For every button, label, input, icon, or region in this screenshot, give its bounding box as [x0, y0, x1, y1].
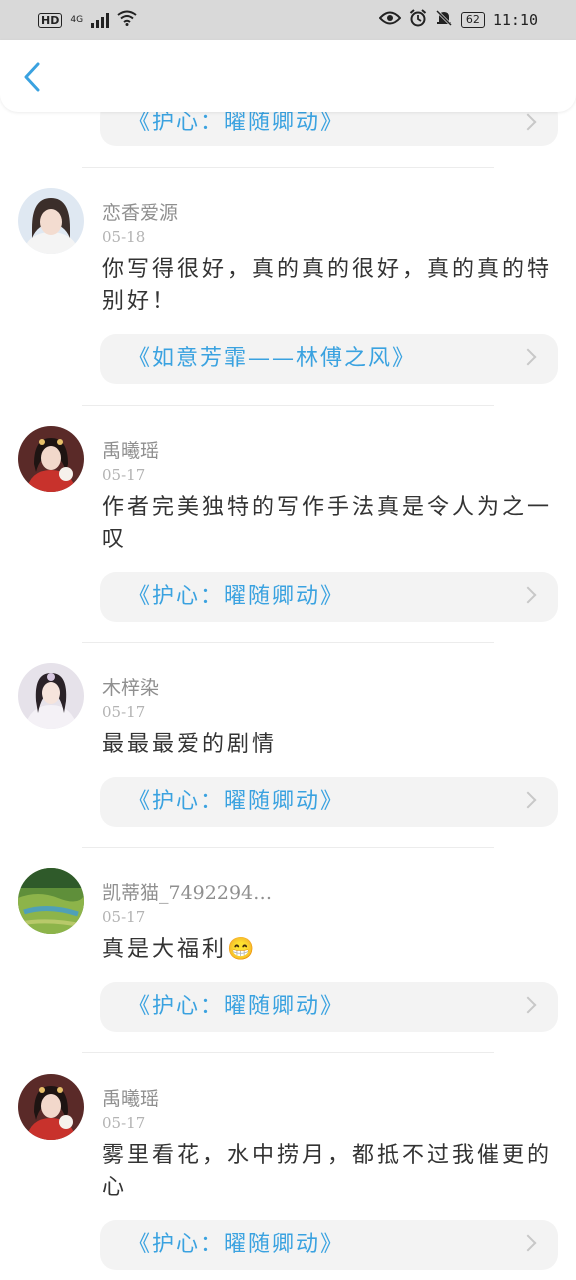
- status-left: HD 4G: [38, 10, 137, 30]
- work-link-label: 《如意芳霏——林傅之风》: [128, 346, 417, 371]
- network-type: 4G: [70, 14, 84, 25]
- comment-text: 雾里看花，水中捞月，都抵不过我催更的心: [102, 1143, 553, 1200]
- status-right: 62 11:10: [378, 9, 538, 31]
- alarm-icon: [409, 9, 427, 31]
- back-button[interactable]: [20, 62, 46, 92]
- status-bar: HD 4G 62 11:10: [0, 0, 576, 40]
- chevron-right-icon: [519, 113, 537, 131]
- chevron-right-icon: [519, 791, 537, 809]
- work-link-label: 《护心：曜随卿动》: [128, 994, 345, 1019]
- hd-icon: HD: [38, 12, 63, 28]
- comment-date: 05-18: [102, 228, 146, 246]
- comment-text: 作者完美独特的写作手法真是令人为之一叹: [102, 495, 553, 552]
- chevron-left-icon: [24, 62, 40, 92]
- work-link-card[interactable]: 《护心：曜随卿动》: [100, 982, 558, 1032]
- work-link-label: 《护心：曜随卿动》: [128, 1232, 345, 1257]
- chevron-right-icon: [519, 996, 537, 1014]
- username[interactable]: 凯蒂猫_7492294…: [102, 878, 272, 905]
- comment-date: 05-17: [102, 908, 146, 926]
- comment-date: 05-17: [102, 466, 146, 484]
- divider: [82, 847, 494, 848]
- mute-bell-icon: [435, 9, 453, 31]
- avatar[interactable]: [18, 663, 84, 729]
- chevron-right-icon: [519, 348, 537, 366]
- chevron-right-icon: [519, 586, 537, 604]
- username[interactable]: 禹曦瑶: [102, 436, 159, 463]
- comment-text: 最最最爱的剧情: [102, 732, 278, 757]
- signal-icon: [91, 12, 110, 28]
- divider: [82, 167, 494, 168]
- avatar[interactable]: [18, 1074, 84, 1140]
- divider: [82, 642, 494, 643]
- username[interactable]: 木梓染: [102, 673, 159, 700]
- comment-text: 真是大福利😁: [102, 937, 258, 962]
- header: [0, 40, 576, 112]
- work-link-card[interactable]: 《如意芳霏——林傅之风》: [100, 334, 558, 384]
- username[interactable]: 恋香爱源: [102, 198, 178, 225]
- comment-date: 05-17: [102, 1114, 146, 1132]
- comment-text: 你写得很好，真的真的很好，真的真的特别好！: [102, 257, 553, 314]
- username[interactable]: 禹曦瑶: [102, 1084, 159, 1111]
- divider: [82, 405, 494, 406]
- avatar[interactable]: [18, 188, 84, 254]
- work-link-card[interactable]: 《护心：曜随卿动》: [100, 777, 558, 827]
- work-link-card[interactable]: 《护心：曜随卿动》: [100, 1220, 558, 1270]
- battery-icon: 62: [460, 12, 485, 28]
- eye-icon: [378, 11, 402, 29]
- chevron-right-icon: [519, 1234, 537, 1252]
- work-link-card[interactable]: 《护心：曜随卿动》: [100, 572, 558, 622]
- work-link-label: 《护心：曜随卿动》: [128, 789, 345, 814]
- avatar[interactable]: [18, 868, 84, 934]
- clock: 11:10: [492, 11, 538, 29]
- comment-date: 05-17: [102, 703, 146, 721]
- work-link-label: 《护心：曜随卿动》: [128, 584, 345, 609]
- avatar[interactable]: [18, 426, 84, 492]
- divider: [82, 1052, 494, 1053]
- wifi-icon: [117, 10, 137, 30]
